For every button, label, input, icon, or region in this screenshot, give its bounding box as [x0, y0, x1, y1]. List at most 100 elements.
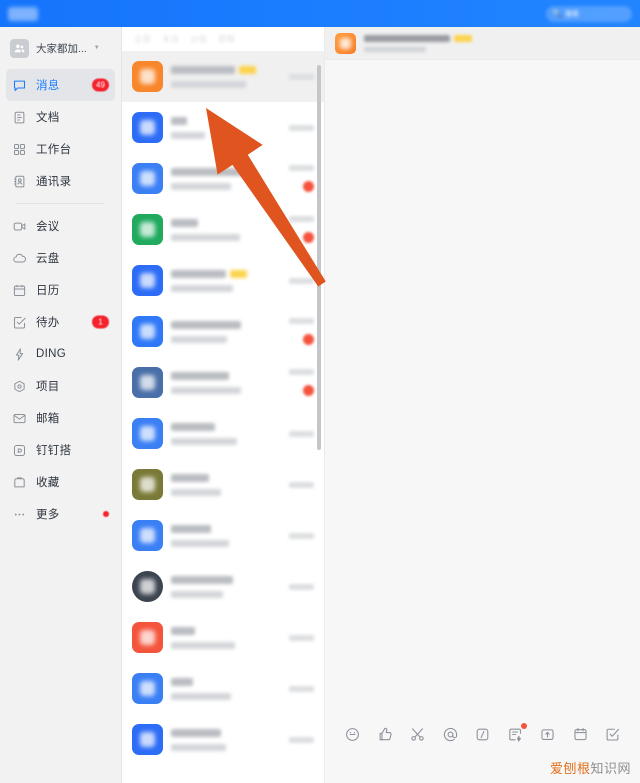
conversation-item-preview [171, 80, 246, 88]
sidebar-item-label: 云盘 [36, 253, 60, 265]
filter-all[interactable]: 全部 [134, 33, 151, 45]
conversation-item-title [171, 677, 193, 686]
conversation-item-body [171, 371, 276, 394]
conversation-avatar [132, 112, 163, 143]
conversation-item-title [171, 575, 233, 584]
conversation-header [325, 27, 640, 60]
org-switcher[interactable]: 大家都加... ▼ [0, 33, 121, 63]
conversation-item-meta [284, 165, 314, 192]
ding-message-icon[interactable] [506, 722, 527, 744]
conversation-item-preview [171, 743, 226, 751]
conversation-item-preview [171, 437, 237, 445]
conversation-item-timestamp [289, 369, 314, 375]
filter-unread[interactable]: 未读 [162, 33, 179, 45]
sidebar-item-yida[interactable]: 钉钉搭 [6, 434, 115, 466]
watermark-highlight: 爱刨根 [549, 761, 591, 776]
org-group-icon [10, 38, 29, 58]
checklist-icon[interactable] [603, 725, 622, 744]
conversation-header-texts [364, 34, 472, 52]
conversation-list-item[interactable] [122, 153, 324, 204]
sidebar-item-meeting[interactable]: 会议 [6, 210, 115, 242]
file-upload-icon[interactable] [538, 725, 557, 744]
conversation-list-scrollbar[interactable] [317, 65, 321, 450]
conversation-list-item[interactable] [122, 204, 324, 255]
filter-mentions[interactable]: @我 [190, 33, 207, 45]
conversation-list-item[interactable] [122, 612, 324, 663]
conversation-item-body [171, 728, 276, 751]
thumbs-up-icon[interactable] [376, 725, 395, 744]
sidebar-item-ding[interactable]: DING [6, 338, 115, 370]
sidebar-item-messages[interactable]: 消息 49 [6, 69, 115, 101]
conversation-list-item[interactable] [122, 51, 324, 102]
conversation-list-item[interactable] [122, 255, 324, 306]
conversation-list-item[interactable] [122, 663, 324, 714]
conversation-item-timestamp [289, 165, 314, 171]
conversation-list-item[interactable] [122, 306, 324, 357]
sidebar-item-favorites[interactable]: 收藏 [6, 466, 115, 498]
emoji-icon[interactable] [343, 725, 362, 744]
conversation-list-item[interactable] [122, 714, 324, 765]
conversation-item-timestamp [289, 277, 314, 284]
sidebar-item-mail[interactable]: 邮箱 [6, 402, 115, 434]
sidebar-item-label: 日历 [36, 285, 60, 297]
conversation-item-preview [171, 641, 235, 649]
filter-groups[interactable]: 群聊 [218, 33, 235, 45]
bookmark-icon [12, 475, 27, 490]
conversation-avatar [132, 214, 163, 245]
conversation-item-title [171, 473, 209, 482]
conversation-avatar [132, 418, 163, 449]
sidebar-item-label: 待办 [36, 317, 60, 329]
message-icon [12, 78, 27, 93]
chevron-down-icon[interactable]: ▼ [94, 45, 100, 51]
conversation-list-item[interactable] [122, 561, 324, 612]
sidebar-item-drive[interactable]: 云盘 [6, 242, 115, 274]
conversation-list-item[interactable] [122, 357, 324, 408]
conversation-item-title [171, 218, 198, 227]
conversation-list-item[interactable] [122, 459, 324, 510]
scissors-icon[interactable] [408, 725, 427, 744]
conversation-item-title [171, 320, 241, 329]
conversation-item-body [171, 65, 276, 88]
calendar-icon [12, 283, 27, 298]
conversation-avatar [132, 163, 163, 194]
conversation-item-preview [171, 488, 221, 496]
conversation-item-meta [284, 634, 314, 641]
conversation-avatar[interactable] [335, 32, 356, 54]
conversation-list-item[interactable] [122, 408, 324, 459]
conversation-list[interactable]: 全部 未读 @我 群聊 [122, 27, 325, 783]
conversation-item-timestamp [289, 318, 314, 324]
at-icon[interactable] [441, 725, 460, 744]
conversation-avatar [132, 673, 163, 704]
sidebar-item-more[interactable]: 更多 [6, 498, 115, 530]
sidebar-item-docs[interactable]: 文档 [6, 101, 115, 133]
conversation-item-timestamp [289, 124, 314, 131]
search-input[interactable]: 🔍 搜索 [546, 5, 632, 22]
conversation-item-body [171, 524, 276, 547]
calendar-icon[interactable] [571, 725, 590, 744]
conversation-item-title-row [171, 167, 276, 176]
conversation-list-item[interactable] [122, 102, 324, 153]
conversation-item-title-row [171, 269, 276, 278]
conversation-item-meta [284, 583, 314, 590]
conversation-item-preview [171, 692, 231, 700]
sidebar-item-calendar[interactable]: 日历 [6, 274, 115, 306]
conversation-item-meta [284, 124, 314, 131]
sidebar-item-todo[interactable]: 待办 1 [6, 306, 115, 338]
contacts-icon [12, 174, 27, 189]
sidebar-item-workbench[interactable]: 工作台 [6, 133, 115, 165]
conversation-list-item[interactable] [122, 510, 324, 561]
conversation-item-title-row [171, 371, 276, 380]
grid-icon [12, 142, 27, 157]
conversation-filter-bar[interactable]: 全部 未读 @我 群聊 [122, 27, 324, 51]
conversation-item-title-row [171, 524, 276, 533]
conversation-item-body [171, 320, 276, 343]
conversation-item-preview [171, 131, 205, 139]
slash-icon[interactable] [473, 725, 492, 744]
conversation-item-meta [284, 481, 314, 488]
conversation-item-title [171, 116, 187, 125]
sidebar-item-contacts[interactable]: 通讯录 [6, 165, 115, 197]
conversation-item-tag [239, 65, 256, 74]
cloud-icon [12, 251, 27, 266]
sidebar-item-project[interactable]: 项目 [6, 370, 115, 402]
conversation-avatar [132, 571, 163, 602]
